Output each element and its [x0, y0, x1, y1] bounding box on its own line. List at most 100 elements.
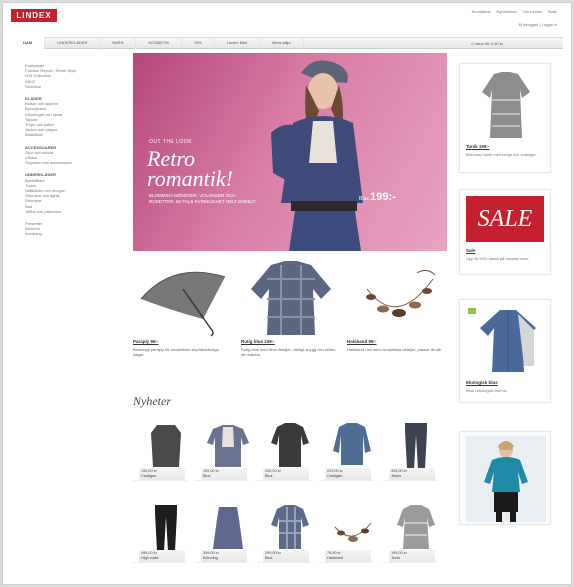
product-tile[interactable]: 79,90 kr Halsband: [319, 503, 373, 563]
tab-underklader[interactable]: UNDERKLÄDER: [45, 37, 101, 49]
sidebar-group: KLÄDER Blusar och skjortor Byxor/jeans Klän…: [25, 96, 121, 138]
product-tile[interactable]: 199,00 kr Tunik: [383, 503, 437, 563]
tile-caption: 499,00 kr High waist: [139, 550, 185, 562]
sidebar-group: Presenter Skönhet Inredning: [25, 221, 121, 237]
tab-kosmetik[interactable]: KOSMETIK: [136, 37, 183, 49]
top-link[interactable]: Nyhetsbrev: [497, 9, 517, 14]
tile-caption: 199,00 kr Cardigan: [139, 468, 185, 480]
product-name[interactable]: Rutig blus 249:-: [241, 339, 275, 344]
top-links: Kundtjänst Nyhetsbrev Om Lindex Butik: [472, 9, 557, 14]
tile-name[interactable]: Cardigan: [327, 474, 369, 479]
tile-name[interactable]: Klänning: [203, 556, 245, 561]
promo-desc: Mönstrad tunik med kedja och volanger.: [466, 152, 537, 157]
tile-caption: 499,00 kr Jeans: [389, 468, 435, 480]
sidebar-link[interactable]: Tofflor och pälsskinn: [25, 209, 121, 214]
tunic-image: [482, 72, 530, 138]
product-tile[interactable]: 199,00 kr Blus: [195, 421, 249, 481]
product-thumb: [405, 423, 427, 469]
product-desc: Rutig blus med flera detaljer, väldigt s…: [241, 347, 336, 357]
product-name[interactable]: Halsband 99:-: [347, 339, 377, 344]
hero-model-image: [271, 60, 363, 251]
news-heading: Nyheter: [133, 394, 171, 408]
tile-caption: 399,00 kr Klänning: [201, 550, 247, 562]
promo-name[interactable]: Sale: [466, 248, 475, 253]
product-tile[interactable]: 499,00 kr Jeans: [383, 421, 437, 481]
model-image: [466, 436, 546, 522]
tile-name[interactable]: Blus: [203, 474, 245, 479]
product-desc: Halsband i trä med romantiska detaljer, …: [347, 347, 442, 352]
hero-subtitle: BLOMMIGA MÖNSTER, VOLANGER OCH ROSETTER.…: [149, 193, 257, 204]
tab-lindex-mini[interactable]: Lindex Mini: [215, 37, 261, 49]
promo-tunic[interactable]: Tunik 199:- Mönstrad tunik med kedja och…: [459, 63, 551, 173]
tile-caption: 199,00 kr Tunik: [389, 550, 435, 562]
page: LINDEX Kundtjänst Nyhetsbrev Om Lindex B…: [2, 2, 572, 585]
tab-spa[interactable]: SPA: [182, 37, 215, 49]
tile-name[interactable]: Halsband: [327, 556, 369, 561]
product-thumb: [271, 423, 309, 467]
product-thumb: [397, 505, 435, 549]
product-name[interactable]: Paraply 99:-: [133, 339, 159, 344]
hero-banner[interactable]: OUT THE LOOK Retro romantik! BLOMMIGA MÖ…: [133, 53, 447, 251]
tile-name[interactable]: Blus: [265, 556, 307, 561]
top-link[interactable]: Kundtjänst: [472, 9, 491, 14]
product-thumb: [333, 423, 371, 465]
sidebar-group: UNDERKLÄDER Bysthållare Trosor Nattkläder o…: [25, 172, 121, 214]
product-thumb: [334, 522, 372, 542]
product-tile[interactable]: 399,00 kr Klänning: [195, 503, 249, 563]
tile-name[interactable]: High waist: [141, 556, 183, 561]
sidebar-link[interactable]: Storlekar: [25, 84, 121, 89]
tab-mera[interactable]: Mera sälja: [260, 37, 304, 49]
tile-caption: 79,90 kr Halsband: [325, 550, 371, 562]
hero-title: Retro romantik!: [147, 146, 233, 191]
tile-caption: 299,00 kr Blus: [263, 550, 309, 562]
tile-name[interactable]: Tunik: [391, 556, 433, 561]
product-tile[interactable]: 229,00 kr Cardigan: [319, 421, 373, 481]
promo-organic[interactable]: Ekologisk blus Blus i ekologisk bomull.: [459, 299, 551, 403]
product-tile[interactable]: 199,00 kr Cardigan: [133, 421, 187, 481]
product-thumb: [213, 507, 243, 549]
product-desc: Blommigt paraply för romantiska skyddsmä…: [133, 347, 219, 357]
tile-name[interactable]: Blus: [265, 474, 307, 479]
promo-desc: Upp till 50% rabatt på utvalda varor.: [466, 256, 530, 261]
product-thumb: [151, 425, 181, 467]
tile-name[interactable]: Cardigan: [141, 474, 183, 479]
sidebar-group: Kampanjer Fashion Report / Street Style H1…: [25, 63, 121, 89]
product-thumb: [207, 425, 249, 467]
tab-dam[interactable]: DAM: [11, 37, 46, 49]
tile-caption: 249,00 kr Blus: [263, 468, 309, 480]
sidebar: Kampanjer Fashion Report / Street Style H1…: [25, 63, 121, 244]
promo-model[interactable]: [459, 431, 551, 525]
product-blouse[interactable]: Rutig blus 249:- Rutig blus med flera de…: [241, 259, 341, 369]
eco-badge: [468, 308, 476, 314]
top-link[interactable]: Butik: [548, 9, 557, 14]
umbrella-image: [140, 271, 226, 337]
logo[interactable]: LINDEX: [11, 9, 57, 22]
product-umbrella[interactable]: Paraply 99:- Blommigt paraply för romant…: [133, 259, 233, 369]
top-link[interactable]: Om Lindex: [523, 9, 542, 14]
necklace-image: [366, 269, 436, 317]
tab-barn[interactable]: BARN: [100, 37, 137, 49]
sidebar-link[interactable]: Smycken och accessoarer: [25, 160, 121, 165]
sidebar-link[interactable]: Badkläder: [25, 132, 121, 137]
tile-caption: 199,00 kr Blus: [201, 468, 247, 480]
tile-name[interactable]: Jeans: [391, 474, 433, 479]
cart-summary[interactable]: 0 varor för 0,00 kr: [471, 41, 563, 46]
product-tile[interactable]: 249,00 kr Blus: [257, 421, 311, 481]
promo-name[interactable]: Tunik 199:-: [466, 144, 489, 149]
shirt-image: [480, 310, 536, 372]
sidebar-group: ACCESSOARER Skor och stövlar Väskor Smycken…: [25, 145, 121, 166]
promo-name[interactable]: Ekologisk blus: [466, 380, 498, 385]
product-necklace[interactable]: Halsband 99:- Halsband i trä med romanti…: [347, 259, 447, 369]
product-thumb: [271, 505, 309, 549]
sidebar-link[interactable]: Inredning: [25, 231, 121, 236]
main-nav: DAM UNDERKLÄDER BARN KOSMETIK SPA Lindex…: [11, 37, 563, 49]
sale-banner[interactable]: SALE: [466, 196, 544, 242]
tile-caption: 229,00 kr Cardigan: [325, 468, 371, 480]
product-tile[interactable]: 499,00 kr High waist: [133, 503, 187, 563]
hero-kicker: OUT THE LOOK: [149, 139, 193, 145]
promo-sale[interactable]: SALE Sale Upp till 50% rabatt på utvalda…: [459, 189, 551, 275]
product-tile[interactable]: 299,00 kr Blus: [257, 503, 311, 563]
hero-price: Blus 199:-: [359, 191, 396, 203]
account-status[interactable]: Ej inloggad | Logga in: [519, 22, 557, 27]
blouse-image: [251, 261, 331, 335]
